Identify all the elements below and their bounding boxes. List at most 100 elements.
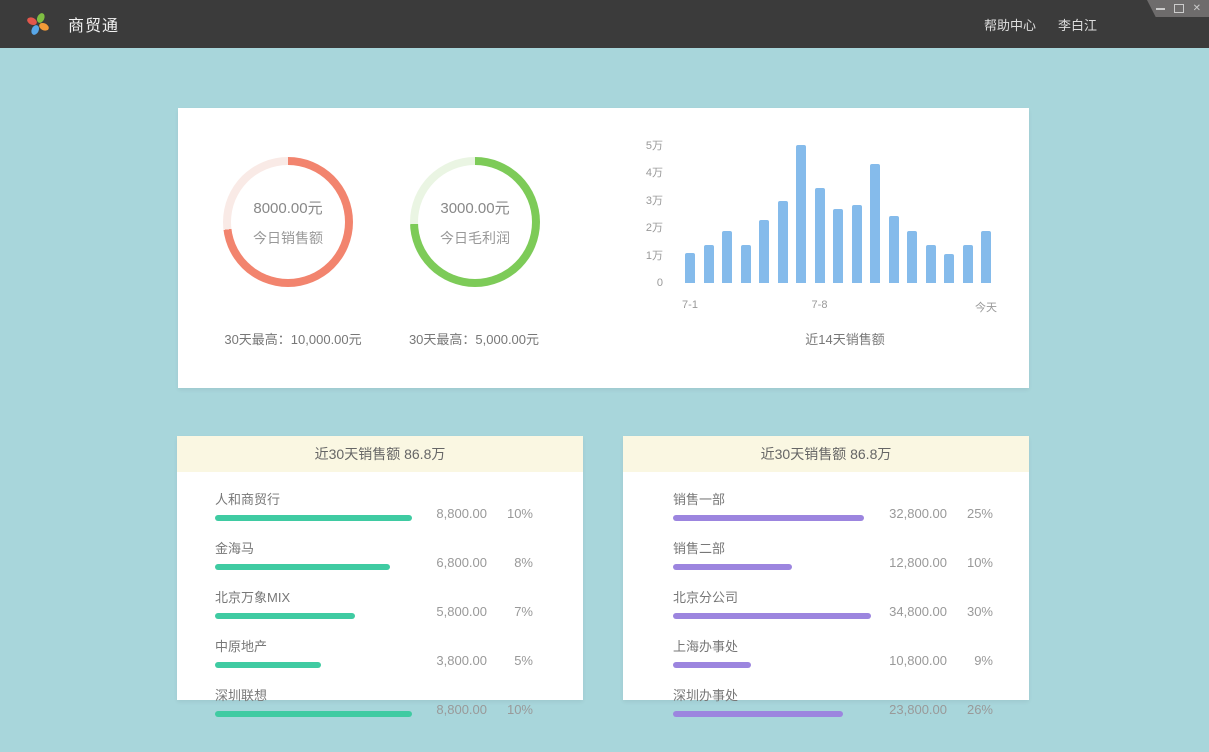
row-progress-bar	[673, 662, 751, 668]
row-percent: 9%	[963, 653, 993, 668]
x-axis-tick: 今天	[956, 299, 1016, 315]
customers-sales-card: 近30天销售额 86.8万 人和商贸行 8,800.00 10% 金海马 6,8…	[177, 436, 583, 700]
row-label: 深圳办事处	[673, 685, 885, 704]
current-user-link[interactable]: 李白江	[1058, 15, 1097, 34]
y-axis-tick: 3万	[608, 193, 663, 209]
list-item: 人和商贸行 8,800.00 10%	[215, 489, 533, 521]
today-profit-value: 3000.00元	[440, 197, 509, 218]
sales-bar	[704, 245, 714, 283]
sales-bar	[759, 220, 769, 283]
x-axis-tick: 7-8	[790, 299, 850, 311]
row-amount: 8,800.00	[425, 702, 487, 717]
today-sales-donut: 8000.00元 今日销售额	[223, 157, 353, 287]
departments-card-title: 近30天销售额 86.8万	[623, 436, 1029, 472]
list-item-values: 34,800.00 30%	[885, 604, 993, 619]
row-progress-bar	[215, 613, 355, 619]
customers-list: 人和商贸行 8,800.00 10% 金海马 6,800.00 8% 北京万象M…	[177, 472, 583, 717]
departments-list: 销售一部 32,800.00 25% 销售二部 12,800.00 10% 北京…	[623, 472, 1029, 717]
today-sales-donut-center: 8000.00元 今日销售额	[231, 165, 345, 279]
list-item: 深圳办事处 23,800.00 26%	[673, 685, 993, 717]
list-item-values: 3,800.00 5%	[425, 653, 533, 668]
sales-bar	[981, 231, 991, 283]
list-item-left: 北京分公司	[673, 587, 885, 619]
row-label: 深圳联想	[215, 685, 425, 704]
app-title: 商贸通	[68, 0, 119, 48]
list-item: 北京分公司 34,800.00 30%	[673, 587, 993, 619]
list-item-values: 8,800.00 10%	[425, 506, 533, 521]
list-item: 销售一部 32,800.00 25%	[673, 489, 993, 521]
y-axis-tick: 0	[608, 275, 663, 291]
minimize-icon[interactable]	[1156, 8, 1165, 10]
row-amount: 12,800.00	[885, 555, 947, 570]
list-item-values: 12,800.00 10%	[885, 555, 993, 570]
sales-bar	[796, 145, 806, 283]
sales-bar	[926, 245, 936, 283]
departments-sales-card: 近30天销售额 86.8万 销售一部 32,800.00 25% 销售二部 12…	[623, 436, 1029, 700]
row-progress-bar	[215, 711, 412, 717]
sales-bar	[778, 201, 788, 283]
row-progress-bar	[673, 711, 843, 717]
list-item-values: 5,800.00 7%	[425, 604, 533, 619]
window-controls: ✕	[1147, 0, 1209, 17]
row-label: 北京分公司	[673, 587, 885, 606]
list-item: 深圳联想 8,800.00 10%	[215, 685, 533, 717]
row-amount: 34,800.00	[885, 604, 947, 619]
close-icon[interactable]: ✕	[1193, 4, 1201, 14]
list-item-values: 10,800.00 9%	[885, 653, 993, 668]
help-center-link[interactable]: 帮助中心	[984, 15, 1036, 34]
row-progress-bar	[215, 515, 412, 521]
row-progress-bar	[215, 662, 321, 668]
list-item: 上海办事处 10,800.00 9%	[673, 636, 993, 668]
list-item-values: 23,800.00 26%	[885, 702, 993, 717]
sales-bar	[963, 245, 973, 283]
app-logo-pinwheel-icon	[24, 10, 52, 38]
y-axis-tick: 2万	[608, 220, 663, 236]
list-item: 销售二部 12,800.00 10%	[673, 538, 993, 570]
sales-bar	[815, 188, 825, 283]
y-axis-tick: 5万	[608, 138, 663, 154]
sales-bar	[685, 253, 695, 283]
y-axis-tick: 4万	[608, 165, 663, 181]
list-item-left: 销售一部	[673, 489, 885, 521]
today-profit-donut: 3000.00元 今日毛利润	[410, 157, 540, 287]
today-sales-value: 8000.00元	[253, 197, 322, 218]
row-percent: 10%	[963, 555, 993, 570]
row-label: 销售一部	[673, 489, 885, 508]
list-item-left: 上海办事处	[673, 636, 885, 668]
list-item-values: 6,800.00 8%	[425, 555, 533, 570]
sales-30day-max-note: 30天最高：10,000.00元	[208, 329, 378, 348]
row-label: 人和商贸行	[215, 489, 425, 508]
maximize-icon[interactable]	[1174, 4, 1184, 13]
sales-bar	[944, 254, 954, 283]
row-amount: 8,800.00	[425, 506, 487, 521]
today-sales-label: 今日销售额	[253, 228, 323, 248]
list-item-left: 中原地产	[215, 636, 425, 668]
overview-card: 8000.00元 今日销售额 3000.00元 今日毛利润 30天最高：10,0…	[178, 108, 1029, 388]
sales-bar	[833, 209, 843, 283]
x-axis-tick: 7-1	[660, 299, 720, 311]
sales-bar	[852, 205, 862, 283]
sales-bar	[722, 231, 732, 283]
row-percent: 10%	[503, 702, 533, 717]
list-item: 北京万象MIX 5,800.00 7%	[215, 587, 533, 619]
customers-card-title: 近30天销售额 86.8万	[177, 436, 583, 472]
row-amount: 32,800.00	[885, 506, 947, 521]
row-amount: 10,800.00	[885, 653, 947, 668]
row-progress-bar	[673, 613, 871, 619]
titlebar-nav: 帮助中心 李白江	[984, 0, 1097, 48]
row-amount: 5,800.00	[425, 604, 487, 619]
y-axis-tick: 1万	[608, 248, 663, 264]
bar-chart-caption: 近14天销售额	[760, 329, 930, 348]
titlebar: 商贸通 帮助中心 李白江 ✕	[0, 0, 1209, 48]
row-amount: 3,800.00	[425, 653, 487, 668]
row-percent: 25%	[963, 506, 993, 521]
list-item-left: 人和商贸行	[215, 489, 425, 521]
list-item-left: 深圳办事处	[673, 685, 885, 717]
sales-bar	[741, 245, 751, 283]
list-item: 中原地产 3,800.00 5%	[215, 636, 533, 668]
list-item-values: 8,800.00 10%	[425, 702, 533, 717]
row-percent: 5%	[503, 653, 533, 668]
row-progress-bar	[673, 564, 792, 570]
sales-bar	[870, 164, 880, 283]
list-item-left: 金海马	[215, 538, 425, 570]
